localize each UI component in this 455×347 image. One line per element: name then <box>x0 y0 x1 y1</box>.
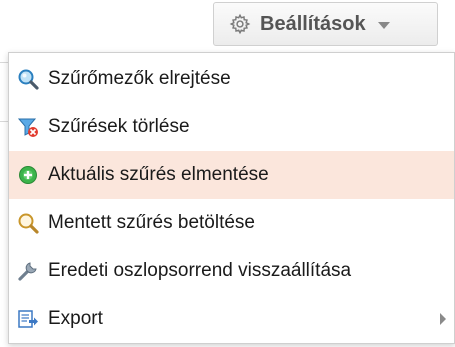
menu-item-label: Aktuális szűrés elmentése <box>48 164 269 185</box>
gear-icon <box>228 12 252 36</box>
submenu-arrow-icon <box>440 313 446 325</box>
menu-item-hide-filter-fields[interactable]: Szűrőmezők elrejtése <box>9 55 454 103</box>
menu-item-restore-column-order[interactable]: Eredeti oszlopsorrend visszaállítása <box>9 247 454 295</box>
menu-item-clear-filters[interactable]: Szűrések törlése <box>9 103 454 151</box>
page: Beállítások Szűrőmezők elrejtése Szűrése… <box>0 0 455 347</box>
menu-item-save-current-filter[interactable]: Aktuális szűrés elmentése <box>9 151 454 199</box>
export-icon <box>17 308 39 330</box>
settings-button-label: Beállítások <box>260 12 366 35</box>
magnifier-icon <box>17 212 39 234</box>
menu-item-load-saved-filter[interactable]: Mentett szűrés betöltése <box>9 199 454 247</box>
caret-down-icon <box>377 22 390 29</box>
settings-button[interactable]: Beállítások <box>213 2 438 46</box>
menu-item-label: Szűrések törlése <box>48 116 190 137</box>
menu-item-label: Szűrőmezők elrejtése <box>48 68 231 89</box>
menu-item-label: Export <box>48 308 103 329</box>
menu-item-label: Eredeti oszlopsorrend visszaállítása <box>48 260 352 281</box>
filter-clear-icon <box>17 116 39 138</box>
add-circle-icon <box>17 164 39 186</box>
wrench-icon <box>17 260 39 282</box>
menu-item-label: Mentett szűrés betöltése <box>48 212 255 233</box>
menu-item-export[interactable]: Export <box>9 295 454 343</box>
search-icon <box>17 68 39 90</box>
settings-dropdown-menu: Szűrőmezők elrejtése Szűrések törlése Ak… <box>8 52 455 344</box>
